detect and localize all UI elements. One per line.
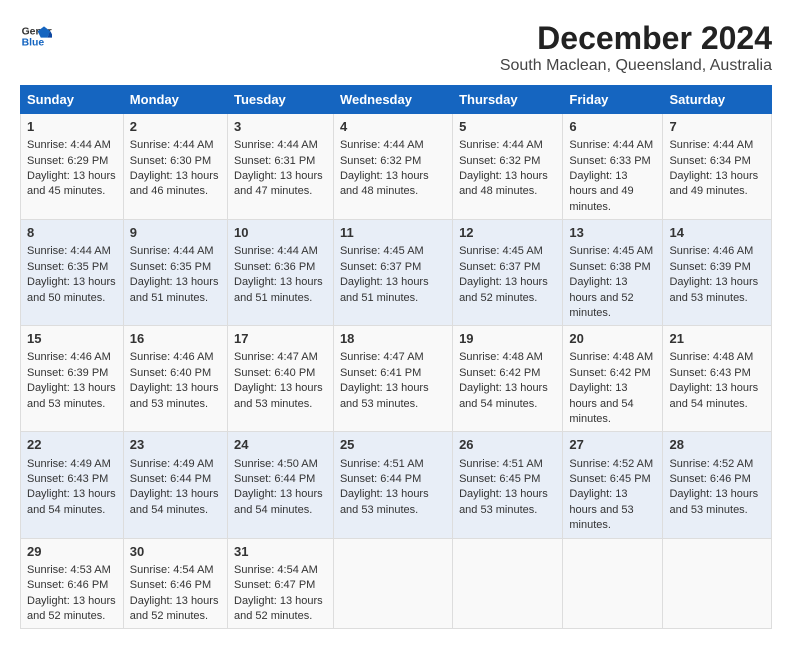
day-number: 1 [27,118,117,136]
logo-icon: General Blue [20,20,52,52]
list-item: 18Sunrise: 4:47 AMSunset: 6:41 PMDayligh… [333,326,452,432]
list-item: 9Sunrise: 4:44 AMSunset: 6:35 PMDaylight… [123,220,227,326]
col-tuesday: Tuesday [228,86,334,114]
col-saturday: Saturday [663,86,772,114]
list-item: 20Sunrise: 4:48 AMSunset: 6:42 PMDayligh… [563,326,663,432]
list-item: 15Sunrise: 4:46 AMSunset: 6:39 PMDayligh… [21,326,124,432]
list-item: 6Sunrise: 4:44 AMSunset: 6:33 PMDaylight… [563,114,663,220]
list-item: 27Sunrise: 4:52 AMSunset: 6:45 PMDayligh… [563,432,663,538]
list-item: 14Sunrise: 4:46 AMSunset: 6:39 PMDayligh… [663,220,772,326]
day-number: 22 [27,436,117,454]
list-item: 13Sunrise: 4:45 AMSunset: 6:38 PMDayligh… [563,220,663,326]
list-item: 24Sunrise: 4:50 AMSunset: 6:44 PMDayligh… [228,432,334,538]
list-item: 8Sunrise: 4:44 AMSunset: 6:35 PMDaylight… [21,220,124,326]
calendar-table: Sunday Monday Tuesday Wednesday Thursday… [20,85,772,629]
day-number: 11 [340,224,446,242]
list-item: 28Sunrise: 4:52 AMSunset: 6:46 PMDayligh… [663,432,772,538]
table-row: 22Sunrise: 4:49 AMSunset: 6:43 PMDayligh… [21,432,772,538]
day-number: 27 [569,436,656,454]
day-number: 14 [669,224,765,242]
col-thursday: Thursday [453,86,563,114]
day-number: 10 [234,224,327,242]
table-row: 29Sunrise: 4:53 AMSunset: 6:46 PMDayligh… [21,538,772,629]
col-wednesday: Wednesday [333,86,452,114]
table-row: 1Sunrise: 4:44 AMSunset: 6:29 PMDaylight… [21,114,772,220]
list-item: 19Sunrise: 4:48 AMSunset: 6:42 PMDayligh… [453,326,563,432]
day-number: 6 [569,118,656,136]
day-number: 16 [130,330,221,348]
day-number: 2 [130,118,221,136]
day-number: 3 [234,118,327,136]
logo: General Blue [20,20,52,52]
list-item: 23Sunrise: 4:49 AMSunset: 6:44 PMDayligh… [123,432,227,538]
day-number: 26 [459,436,556,454]
list-item: 22Sunrise: 4:49 AMSunset: 6:43 PMDayligh… [21,432,124,538]
day-number: 25 [340,436,446,454]
list-item: 5Sunrise: 4:44 AMSunset: 6:32 PMDaylight… [453,114,563,220]
day-number: 13 [569,224,656,242]
day-number: 7 [669,118,765,136]
list-item [333,538,452,629]
day-number: 9 [130,224,221,242]
list-item: 31Sunrise: 4:54 AMSunset: 6:47 PMDayligh… [228,538,334,629]
header-row: Sunday Monday Tuesday Wednesday Thursday… [21,86,772,114]
day-number: 17 [234,330,327,348]
list-item: 16Sunrise: 4:46 AMSunset: 6:40 PMDayligh… [123,326,227,432]
col-friday: Friday [563,86,663,114]
day-number: 24 [234,436,327,454]
col-sunday: Sunday [21,86,124,114]
list-item: 17Sunrise: 4:47 AMSunset: 6:40 PMDayligh… [228,326,334,432]
title-area: December 2024 South Maclean, Queensland,… [500,20,772,75]
list-item: 29Sunrise: 4:53 AMSunset: 6:46 PMDayligh… [21,538,124,629]
day-number: 23 [130,436,221,454]
list-item: 2Sunrise: 4:44 AMSunset: 6:30 PMDaylight… [123,114,227,220]
list-item [563,538,663,629]
list-item: 10Sunrise: 4:44 AMSunset: 6:36 PMDayligh… [228,220,334,326]
list-item: 4Sunrise: 4:44 AMSunset: 6:32 PMDaylight… [333,114,452,220]
table-row: 8Sunrise: 4:44 AMSunset: 6:35 PMDaylight… [21,220,772,326]
list-item: 11Sunrise: 4:45 AMSunset: 6:37 PMDayligh… [333,220,452,326]
day-number: 20 [569,330,656,348]
day-number: 5 [459,118,556,136]
day-number: 12 [459,224,556,242]
day-number: 30 [130,543,221,561]
table-row: 15Sunrise: 4:46 AMSunset: 6:39 PMDayligh… [21,326,772,432]
svg-text:Blue: Blue [22,38,45,49]
day-number: 8 [27,224,117,242]
month-title: December 2024 [500,20,772,57]
list-item: 1Sunrise: 4:44 AMSunset: 6:29 PMDaylight… [21,114,124,220]
day-number: 28 [669,436,765,454]
day-number: 18 [340,330,446,348]
page-header: General Blue December 2024 South Maclean… [20,20,772,75]
day-number: 15 [27,330,117,348]
day-number: 29 [27,543,117,561]
list-item: 30Sunrise: 4:54 AMSunset: 6:46 PMDayligh… [123,538,227,629]
list-item [453,538,563,629]
list-item: 7Sunrise: 4:44 AMSunset: 6:34 PMDaylight… [663,114,772,220]
location-title: South Maclean, Queensland, Australia [500,57,772,75]
list-item: 25Sunrise: 4:51 AMSunset: 6:44 PMDayligh… [333,432,452,538]
day-number: 19 [459,330,556,348]
list-item: 3Sunrise: 4:44 AMSunset: 6:31 PMDaylight… [228,114,334,220]
list-item: 21Sunrise: 4:48 AMSunset: 6:43 PMDayligh… [663,326,772,432]
day-number: 31 [234,543,327,561]
list-item: 12Sunrise: 4:45 AMSunset: 6:37 PMDayligh… [453,220,563,326]
list-item [663,538,772,629]
day-number: 4 [340,118,446,136]
day-number: 21 [669,330,765,348]
col-monday: Monday [123,86,227,114]
list-item: 26Sunrise: 4:51 AMSunset: 6:45 PMDayligh… [453,432,563,538]
